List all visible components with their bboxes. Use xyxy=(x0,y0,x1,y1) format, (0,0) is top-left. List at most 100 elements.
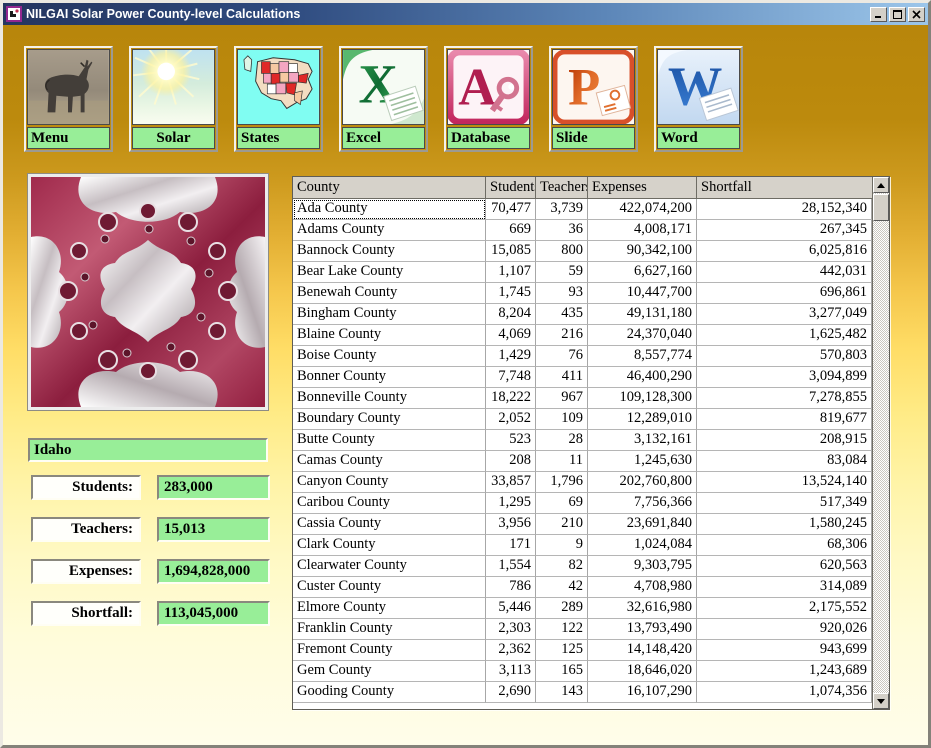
cell-expenses[interactable]: 8,557,774 xyxy=(588,346,697,367)
cell-county[interactable]: Gem County xyxy=(293,661,486,682)
state-name-field[interactable]: Idaho xyxy=(28,438,268,462)
cell-teachers[interactable]: 411 xyxy=(536,367,588,388)
cell-expenses[interactable]: 109,128,300 xyxy=(588,388,697,409)
cell-students[interactable]: 18,222 xyxy=(486,388,536,409)
cell-shortfall[interactable]: 920,026 xyxy=(697,619,872,640)
cell-shortfall[interactable]: 1,074,356 xyxy=(697,682,872,703)
table-row[interactable]: Gem County3,11316518,646,0201,243,689 xyxy=(293,661,872,682)
cell-county[interactable]: Camas County xyxy=(293,451,486,472)
cell-teachers[interactable]: 59 xyxy=(536,262,588,283)
cell-shortfall[interactable]: 13,524,140 xyxy=(697,472,872,493)
cell-expenses[interactable]: 6,627,160 xyxy=(588,262,697,283)
cell-teachers[interactable]: 109 xyxy=(536,409,588,430)
cell-expenses[interactable]: 32,616,980 xyxy=(588,598,697,619)
cell-students[interactable]: 33,857 xyxy=(486,472,536,493)
table-row[interactable]: Elmore County5,44628932,616,9802,175,552 xyxy=(293,598,872,619)
cell-students[interactable]: 3,113 xyxy=(486,661,536,682)
cell-county[interactable]: Custer County xyxy=(293,577,486,598)
cell-teachers[interactable]: 1,796 xyxy=(536,472,588,493)
cell-expenses[interactable]: 10,447,700 xyxy=(588,283,697,304)
cell-county[interactable]: Bannock County xyxy=(293,241,486,262)
cell-students[interactable]: 2,303 xyxy=(486,619,536,640)
cell-teachers[interactable]: 435 xyxy=(536,304,588,325)
table-row[interactable]: Bonneville County18,222967109,128,3007,2… xyxy=(293,388,872,409)
cell-shortfall[interactable]: 442,031 xyxy=(697,262,872,283)
cell-shortfall[interactable]: 3,094,899 xyxy=(697,367,872,388)
vertical-scrollbar[interactable] xyxy=(872,177,889,709)
states-button[interactable]: States xyxy=(234,46,323,152)
cell-shortfall[interactable]: 819,677 xyxy=(697,409,872,430)
solar-button[interactable]: Solar xyxy=(129,46,218,152)
cell-students[interactable]: 2,052 xyxy=(486,409,536,430)
cell-county[interactable]: Butte County xyxy=(293,430,486,451)
cell-teachers[interactable]: 210 xyxy=(536,514,588,535)
table-row[interactable]: Ada County70,4773,739422,074,20028,152,3… xyxy=(293,199,872,220)
cell-shortfall[interactable]: 517,349 xyxy=(697,493,872,514)
cell-students[interactable]: 8,204 xyxy=(486,304,536,325)
cell-expenses[interactable]: 3,132,161 xyxy=(588,430,697,451)
cell-students[interactable]: 171 xyxy=(486,535,536,556)
table-row[interactable]: Bonner County7,74841146,400,2903,094,899 xyxy=(293,367,872,388)
cell-teachers[interactable]: 3,739 xyxy=(536,199,588,220)
cell-county[interactable]: Bonner County xyxy=(293,367,486,388)
cell-teachers[interactable]: 125 xyxy=(536,640,588,661)
table-row[interactable]: Blaine County4,06921624,370,0401,625,482 xyxy=(293,325,872,346)
table-row[interactable]: Custer County786424,708,980314,089 xyxy=(293,577,872,598)
cell-students[interactable]: 70,477 xyxy=(486,199,536,220)
cell-shortfall[interactable]: 943,699 xyxy=(697,640,872,661)
teachers-value-field[interactable]: 15,013 xyxy=(157,517,270,542)
cell-students[interactable]: 786 xyxy=(486,577,536,598)
table-row[interactable]: Boundary County2,05210912,289,010819,677 xyxy=(293,409,872,430)
cell-county[interactable]: Gooding County xyxy=(293,682,486,703)
cell-teachers[interactable]: 42 xyxy=(536,577,588,598)
table-row[interactable]: Clark County17191,024,08468,306 xyxy=(293,535,872,556)
cell-shortfall[interactable]: 28,152,340 xyxy=(697,199,872,220)
cell-county[interactable]: Clark County xyxy=(293,535,486,556)
excel-button[interactable]: X Excel xyxy=(339,46,428,152)
cell-shortfall[interactable]: 68,306 xyxy=(697,535,872,556)
cell-county[interactable]: Adams County xyxy=(293,220,486,241)
cell-shortfall[interactable]: 570,803 xyxy=(697,346,872,367)
cell-county[interactable]: Caribou County xyxy=(293,493,486,514)
cell-county[interactable]: Bingham County xyxy=(293,304,486,325)
cell-county[interactable]: Ada County xyxy=(293,199,486,220)
cell-shortfall[interactable]: 1,625,482 xyxy=(697,325,872,346)
cell-expenses[interactable]: 24,370,040 xyxy=(588,325,697,346)
cell-county[interactable]: Fremont County xyxy=(293,640,486,661)
cell-teachers[interactable]: 289 xyxy=(536,598,588,619)
cell-teachers[interactable]: 76 xyxy=(536,346,588,367)
cell-expenses[interactable]: 7,756,366 xyxy=(588,493,697,514)
table-row[interactable]: Bannock County15,08580090,342,1006,025,8… xyxy=(293,241,872,262)
cell-expenses[interactable]: 4,008,171 xyxy=(588,220,697,241)
table-row[interactable]: Camas County208111,245,63083,084 xyxy=(293,451,872,472)
cell-county[interactable]: Bonneville County xyxy=(293,388,486,409)
menu-button[interactable]: Menu xyxy=(24,46,113,152)
cell-county[interactable]: Franklin County xyxy=(293,619,486,640)
cell-shortfall[interactable]: 314,089 xyxy=(697,577,872,598)
cell-shortfall[interactable]: 620,563 xyxy=(697,556,872,577)
maximize-button[interactable] xyxy=(889,7,906,22)
column-header-county[interactable]: County xyxy=(293,177,486,199)
cell-students[interactable]: 2,362 xyxy=(486,640,536,661)
cell-shortfall[interactable]: 696,861 xyxy=(697,283,872,304)
cell-students[interactable]: 5,446 xyxy=(486,598,536,619)
cell-shortfall[interactable]: 1,243,689 xyxy=(697,661,872,682)
cell-students[interactable]: 4,069 xyxy=(486,325,536,346)
cell-county[interactable]: Blaine County xyxy=(293,325,486,346)
students-value-field[interactable]: 283,000 xyxy=(157,475,270,500)
table-row[interactable]: Adams County669364,008,171267,345 xyxy=(293,220,872,241)
cell-expenses[interactable]: 14,148,420 xyxy=(588,640,697,661)
table-row[interactable]: Boise County1,429768,557,774570,803 xyxy=(293,346,872,367)
cell-county[interactable]: Clearwater County xyxy=(293,556,486,577)
cell-expenses[interactable]: 12,289,010 xyxy=(588,409,697,430)
cell-county[interactable]: Canyon County xyxy=(293,472,486,493)
shortfall-value-field[interactable]: 113,045,000 xyxy=(157,601,270,626)
cell-teachers[interactable]: 165 xyxy=(536,661,588,682)
cell-county[interactable]: Boise County xyxy=(293,346,486,367)
cell-county[interactable]: Benewah County xyxy=(293,283,486,304)
table-row[interactable]: Bear Lake County1,107596,627,160442,031 xyxy=(293,262,872,283)
table-row[interactable]: Clearwater County1,554829,303,795620,563 xyxy=(293,556,872,577)
minimize-button[interactable] xyxy=(870,7,887,22)
cell-teachers[interactable]: 800 xyxy=(536,241,588,262)
expenses-value-field[interactable]: 1,694,828,000 xyxy=(157,559,270,584)
